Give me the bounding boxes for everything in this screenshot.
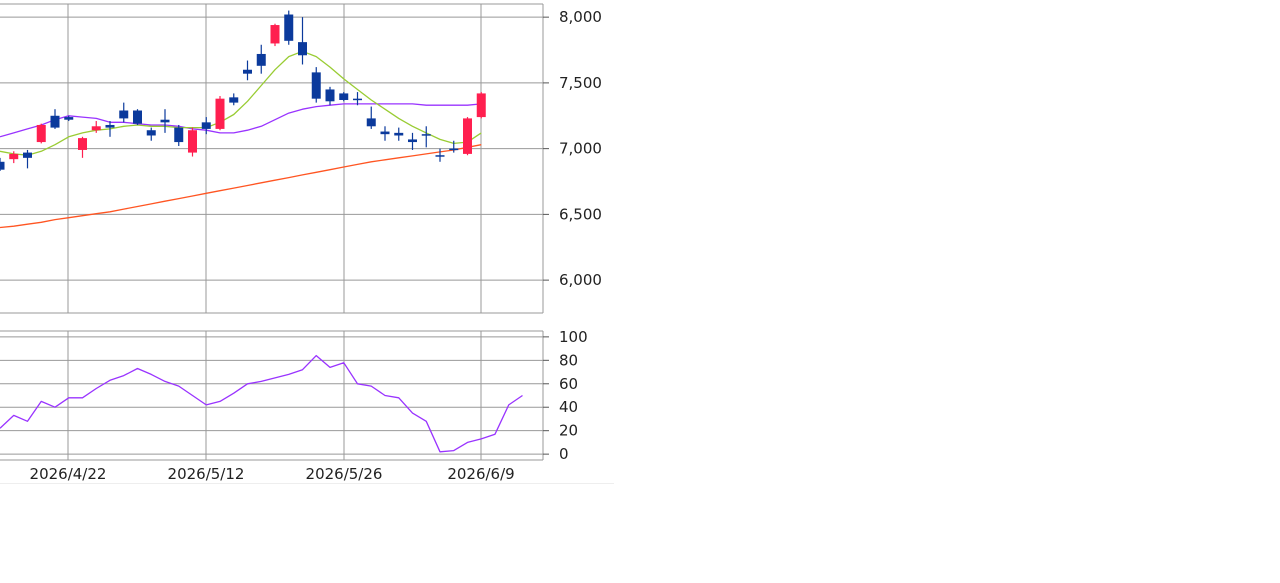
ma-mid-line: [0, 103, 482, 138]
candle-body: [50, 115, 60, 128]
osc-tick-label: 100: [559, 328, 588, 346]
candle: [78, 136, 87, 158]
candle: [50, 109, 60, 129]
date-tick-label: 2026/5/26: [306, 465, 383, 483]
price-tick-label: 7,500: [559, 74, 602, 92]
candle-body: [380, 131, 390, 135]
price-tick-label: 6,000: [559, 271, 602, 289]
candle: [243, 60, 252, 81]
candle: [408, 132, 417, 150]
candle: [311, 67, 321, 103]
candle-body: [105, 124, 115, 128]
candle: [380, 126, 390, 141]
osc-tick-label: 80: [559, 351, 578, 369]
candle-body: [146, 130, 156, 136]
candle-body: [36, 124, 46, 143]
candle: [339, 92, 349, 102]
candle-body: [229, 97, 239, 103]
candle-body: [215, 98, 225, 129]
candle-body: [91, 126, 101, 131]
candle-body: [408, 139, 417, 143]
candle: [133, 109, 142, 125]
candle: [23, 149, 32, 169]
candle-body: [435, 155, 445, 157]
candle: [215, 96, 225, 131]
ma-long-line: [0, 144, 482, 229]
candle-body: [256, 53, 266, 66]
candle-body: [188, 130, 197, 153]
candle-body: [394, 132, 404, 136]
candle-body: [243, 69, 252, 74]
candle: [463, 117, 472, 156]
candle-body: [133, 110, 142, 124]
chart-stage: 6,000 6,500 7,000 7,500 8,000 0 20 40 60 80 100 202…: [0, 0, 1280, 583]
candle-body: [201, 122, 211, 129]
date-tick-label: 2026/4/22: [30, 465, 107, 483]
osc-tick-label: 0: [559, 445, 569, 463]
candle-body: [476, 93, 486, 118]
price-tick-label: 8,000: [559, 8, 602, 26]
candle-body: [366, 118, 376, 127]
candle: [270, 23, 280, 47]
candle: [36, 123, 46, 144]
candle-body: [463, 118, 472, 154]
candle-body: [0, 161, 5, 170]
candle-body: [325, 89, 335, 102]
candle-body: [353, 98, 362, 101]
candle: [229, 93, 239, 106]
candle-body: [160, 119, 170, 123]
candle-body: [421, 134, 431, 136]
price-tick-label: 6,500: [559, 205, 602, 223]
candle: [284, 10, 294, 45]
candle: [435, 148, 445, 162]
candle: [188, 127, 197, 157]
date-tick-label: 2026/5/12: [168, 465, 245, 483]
oscillator-line: [0, 354, 523, 453]
osc-tick-label: 40: [559, 398, 578, 416]
candle-body: [78, 138, 87, 150]
candle-body: [9, 153, 19, 160]
candle-body: [119, 110, 129, 119]
candle-body: [298, 42, 307, 56]
candle: [0, 157, 5, 171]
candle: [146, 127, 156, 141]
candle: [366, 106, 376, 129]
candle: [174, 124, 184, 147]
candle-body: [64, 117, 74, 120]
candle-body: [270, 25, 280, 44]
candle-body: [23, 152, 32, 158]
bottom-divider: [0, 483, 614, 484]
candle-body: [174, 127, 184, 143]
candle: [160, 109, 170, 133]
candle-body: [311, 72, 321, 99]
osc-tick-label: 20: [559, 422, 578, 440]
candle: [201, 117, 211, 135]
candle: [119, 102, 129, 123]
price-tick-label: 7,000: [559, 140, 602, 158]
candle: [298, 17, 307, 65]
candle-body: [339, 93, 349, 100]
candle-body: [449, 148, 459, 151]
candle: [394, 127, 404, 141]
date-tick-label: 2026/6/9: [447, 465, 514, 483]
candle: [256, 44, 266, 74]
candle: [325, 86, 335, 106]
candle: [421, 126, 431, 148]
candle-body: [284, 14, 294, 41]
candle: [476, 92, 486, 119]
stock-chart: 6,000 6,500 7,000 7,500 8,000 0 20 40 60 80 100 202…: [0, 3, 614, 484]
osc-tick-label: 60: [559, 375, 578, 393]
